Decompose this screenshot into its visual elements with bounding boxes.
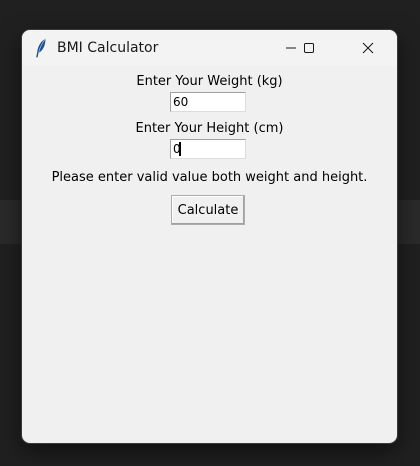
calculate-button[interactable]: Calculate [171,195,245,225]
form-area: Enter Your Weight (kg) Enter Your Height… [22,66,397,443]
title-bar[interactable]: BMI Calculator [22,30,397,66]
validation-message: Please enter valid value both weight and… [51,170,368,185]
app-window: BMI Calculator Enter Your Weight (kg) E [22,30,397,443]
maximize-button[interactable] [286,30,332,66]
maximize-icon [303,42,315,54]
window-title: BMI Calculator [57,40,159,56]
close-icon [362,42,374,54]
weight-input[interactable] [170,92,246,112]
close-button[interactable] [345,30,391,66]
height-input[interactable] [170,139,246,159]
feather-icon [35,38,47,58]
desktop: BMI Calculator Enter Your Weight (kg) E [0,0,420,466]
weight-label: Enter Your Weight (kg) [136,74,283,89]
height-label: Enter Your Height (cm) [135,121,284,136]
text-caret [179,142,181,156]
